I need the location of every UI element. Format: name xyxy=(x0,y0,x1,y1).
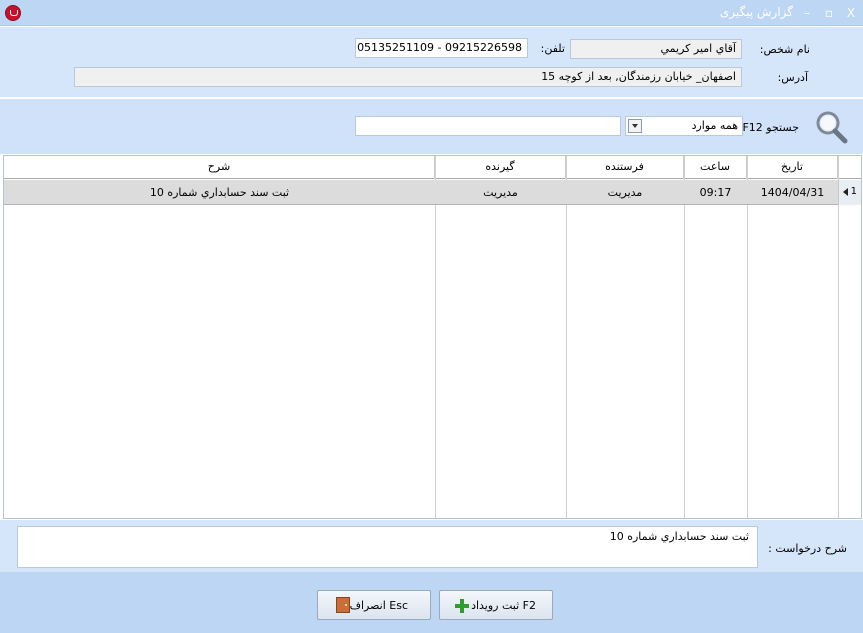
column-divider xyxy=(684,156,685,518)
row-number: 1 xyxy=(850,186,857,197)
request-label: شرح درخواست : xyxy=(768,542,847,555)
cell-sender: مديريت xyxy=(607,186,643,199)
minimize-button[interactable]: – xyxy=(797,3,817,23)
title-bar: گزارش پیگیری – ▫ X xyxy=(0,0,863,26)
column-divider xyxy=(566,156,567,518)
cancel-button-label: Esc انصراف xyxy=(349,599,408,612)
search-label: جستجو F12 xyxy=(742,121,799,134)
window-title: گزارش پیگیری xyxy=(719,5,793,19)
column-header-description[interactable]: شرح xyxy=(4,156,435,179)
row-indicator[interactable]: 1 xyxy=(838,180,861,205)
app-logo-icon[interactable] xyxy=(5,5,21,21)
button-bar: F2 ثبت رويداد Esc انصراف xyxy=(0,572,863,633)
table-header: شرح گیرنده فرستنده ساعت تاریخ xyxy=(4,156,861,179)
search-icon[interactable] xyxy=(814,110,848,144)
events-table[interactable]: شرح گیرنده فرستنده ساعت تاریخ ثبت سند حس… xyxy=(3,155,862,519)
cell-receiver: مديريت xyxy=(483,186,518,199)
request-panel: ثبت سند حسابداري شماره 10 شرح درخواست : xyxy=(0,520,863,572)
current-row-arrow-icon xyxy=(843,188,848,196)
person-name-field[interactable]: آقاي امير كريمي xyxy=(570,39,742,59)
address-field[interactable]: اصفهان_ خيابان رزمندگان, بعد از كوچه 15 xyxy=(74,67,742,87)
maximize-button[interactable]: ▫ xyxy=(819,3,839,23)
filter-select[interactable]: همه موارد xyxy=(625,116,743,136)
search-input[interactable] xyxy=(355,116,621,136)
cell-time: 09:17 xyxy=(699,186,732,199)
add-event-button-label: F2 ثبت رويداد xyxy=(471,599,536,612)
chevron-down-icon[interactable] xyxy=(628,119,642,133)
add-event-button[interactable]: F2 ثبت رويداد xyxy=(439,590,553,620)
column-header-receiver[interactable]: گیرنده xyxy=(435,156,566,179)
close-button[interactable]: X xyxy=(841,3,861,23)
plus-icon xyxy=(455,599,469,613)
column-divider xyxy=(747,156,748,518)
column-header-sender[interactable]: فرستنده xyxy=(566,156,684,179)
column-header-date[interactable]: تاریخ xyxy=(747,156,838,179)
table-row[interactable]: ثبت سند حسابداري شماره 10 مديريت مديريت … xyxy=(4,180,861,205)
phone-field[interactable]: 09215226598 - 05135251109 xyxy=(355,38,528,58)
person-info-panel: نام شخص: آقاي امير كريمي تلفن: 092152265… xyxy=(0,27,863,98)
cancel-button[interactable]: Esc انصراف xyxy=(317,590,431,620)
request-description-field[interactable]: ثبت سند حسابداري شماره 10 xyxy=(17,526,758,568)
filter-select-value: همه موارد xyxy=(691,119,738,132)
column-header-time[interactable]: ساعت xyxy=(684,156,747,179)
column-divider xyxy=(838,156,839,518)
cell-description: ثبت سند حسابداري شماره 10 xyxy=(149,186,290,199)
exit-door-icon xyxy=(336,597,350,613)
cell-date: 1404/04/31 xyxy=(760,186,825,199)
column-divider xyxy=(435,156,436,518)
phone-label: تلفن: xyxy=(540,42,565,55)
address-label: آدرس: xyxy=(777,71,808,84)
person-name-label: نام شخص: xyxy=(759,43,810,56)
